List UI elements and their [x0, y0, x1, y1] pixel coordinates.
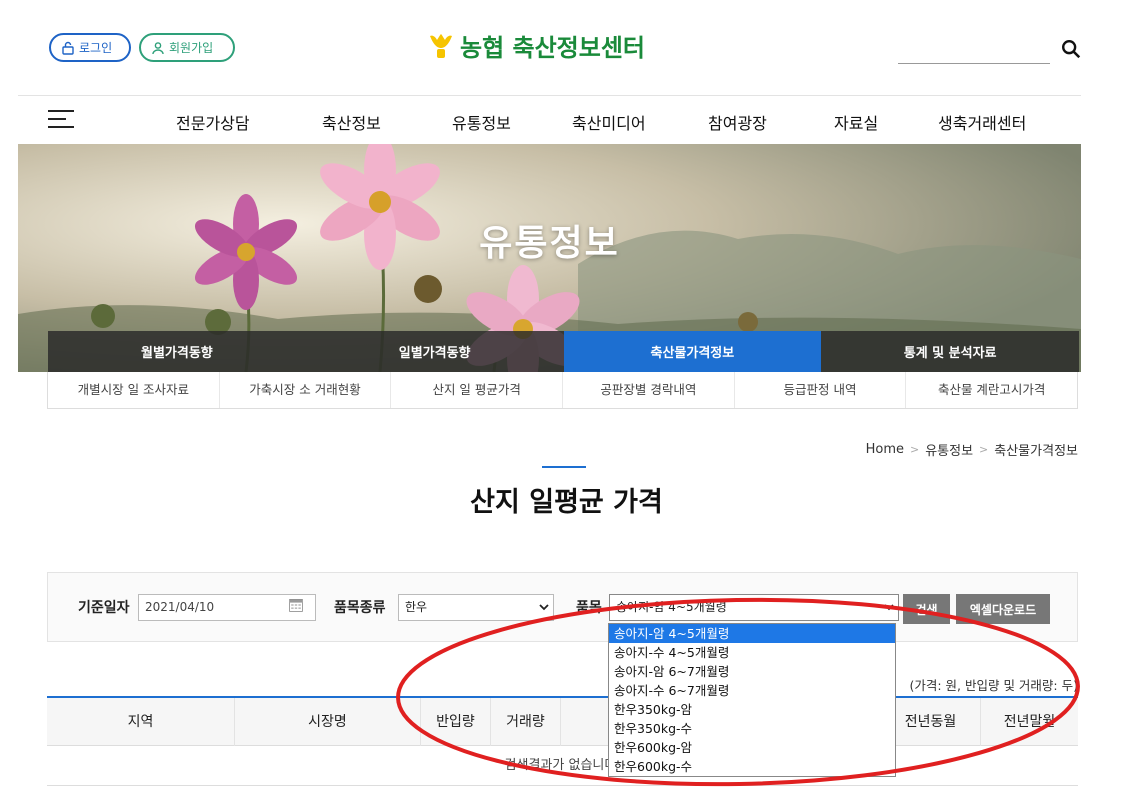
nav-item-media[interactable]: 축산미디어 [572, 110, 646, 134]
category-select[interactable]: 한우 [398, 594, 554, 621]
search-icon [1062, 40, 1081, 59]
date-label: 기준일자 [78, 600, 130, 616]
breadcrumb-current[interactable]: 축산물가격정보 [994, 440, 1078, 459]
page-title: 산지 일평균 가격 [470, 487, 663, 518]
calendar-icon [289, 599, 303, 612]
join-button[interactable]: 회원가입 [139, 33, 235, 62]
table-header: 지역 시장명 반입량 거래량 금일 전년동월 전년말월 [47, 698, 1078, 746]
item-dropdown-list: 송아지-암 4~5개월령 송아지-수 4~5개월령 송아지-암 6~7개월령 송… [608, 623, 896, 777]
logo-mark-icon [430, 33, 452, 58]
excel-download-button[interactable]: 엑셀다운로드 [956, 594, 1050, 624]
chevron-down-icon [884, 604, 894, 611]
tab-daily-price[interactable]: 일별가격동향 [305, 331, 564, 372]
nav-item-expert[interactable]: 전문가상담 [176, 110, 250, 134]
menu-icon[interactable] [48, 110, 74, 130]
login-label: 로그인 [79, 41, 113, 55]
title-divider [542, 466, 586, 468]
category-label: 품목종류 [334, 600, 386, 616]
dropdown-option[interactable]: 한우350kg-암 [609, 700, 895, 719]
dropdown-option[interactable]: 송아지-수 6~7개월령 [609, 681, 895, 700]
chevron-right-icon: > [909, 443, 920, 456]
search-button[interactable] [1059, 38, 1083, 62]
main-nav: 전문가상담 축산정보 유통정보 축산미디어 참여광장 자료실 생축거래센터 [18, 96, 1081, 144]
dropdown-option[interactable]: 송아지-암 6~7개월령 [609, 662, 895, 681]
tab-livestock-price[interactable]: 축산물가격정보 [563, 331, 822, 372]
tab-monthly-price[interactable]: 월별가격동향 [48, 331, 306, 372]
sub-tabs: 개별시장 일 조사자료 가축시장 소 거래현황 산지 일 평균가격 공판장별 경… [47, 372, 1078, 409]
search-input[interactable] [898, 36, 1050, 64]
nav-items: 전문가상담 축산정보 유통정보 축산미디어 참여광장 자료실 생축거래센터 [148, 96, 1068, 144]
user-icon [152, 41, 164, 54]
chevron-right-icon: > [979, 443, 989, 456]
nav-item-trade-center[interactable]: 생축거래센터 [938, 110, 1026, 134]
banner-tabs: 월별가격동향 일별가격동향 축산물가격정보 통계 및 분석자료 [48, 331, 1079, 372]
subtab-origin-daily-avg[interactable]: 산지 일 평균가격 [391, 372, 564, 408]
site-logo[interactable]: 농협 축산정보센터 [428, 28, 645, 63]
join-label: 회원가입 [169, 41, 214, 55]
item-select[interactable]: 송아지-암 4~5개월령 [609, 594, 899, 621]
subtab-egg-price[interactable]: 축산물 계란고시가격 [906, 372, 1077, 408]
hero-banner: 유통정보 월별가격동향 일별가격동향 축산물가격정보 통계 및 분석자료 [18, 144, 1081, 372]
item-value: 송아지-암 4~5개월령 [616, 600, 727, 614]
search-filter: 기준일자 2021/04/10 품목종류 한우 품목 송아지-암 4~5개월령 … [47, 572, 1078, 642]
subtab-auction-history[interactable]: 공판장별 경락내역 [563, 372, 735, 408]
unit-note: (가격: 원, 반입량 및 거래량: 두) [909, 678, 1078, 693]
col-inbound: 반입량 [421, 698, 491, 746]
empty-message: 검색결과가 없습니다. [47, 746, 1078, 786]
site-header: 로그인 회원가입 농협 축산정보센터 [18, 0, 1081, 96]
dropdown-option[interactable]: 한우350kg-수 [609, 719, 895, 738]
lock-icon [62, 41, 74, 55]
banner-title: 유통정보 [479, 223, 620, 264]
nav-item-community[interactable]: 참여광장 [708, 110, 767, 134]
chevron-down-icon [539, 604, 549, 611]
col-market: 시장명 [235, 698, 421, 746]
dropdown-option[interactable]: 송아지-수 4~5개월령 [609, 643, 895, 662]
col-last-year-month: 전년동월 [881, 698, 981, 746]
col-region: 지역 [47, 698, 235, 746]
subtab-cattle-market[interactable]: 가축시장 소 거래현황 [220, 372, 392, 408]
dropdown-option[interactable]: 한우600kg-수 [609, 757, 895, 776]
breadcrumb: Home > 유통정보 > 축산물가격정보 [866, 440, 1078, 459]
price-table: 지역 시장명 반입량 거래량 금일 전년동월 전년말월 검색결과가 없습니다. [47, 696, 1078, 790]
tab-statistics[interactable]: 통계 및 분석자료 [821, 331, 1079, 372]
item-label: 품목 [576, 600, 602, 616]
logo-text: 농협 축산정보센터 [460, 34, 645, 62]
breadcrumb-distribution[interactable]: 유통정보 [925, 440, 973, 459]
nav-item-livestock-info[interactable]: 축산정보 [322, 110, 381, 134]
nav-item-archive[interactable]: 자료실 [834, 110, 878, 134]
category-value: 한우 [405, 600, 428, 614]
subtab-grading[interactable]: 등급판정 내역 [735, 372, 907, 408]
dropdown-option[interactable]: 한우600kg-암 [609, 738, 895, 757]
calendar-button[interactable] [288, 597, 308, 617]
nav-item-distribution[interactable]: 유통정보 [452, 110, 511, 134]
col-traded: 거래량 [491, 698, 561, 746]
breadcrumb-home[interactable]: Home [866, 442, 904, 457]
login-button[interactable]: 로그인 [49, 33, 131, 62]
subtab-individual-market[interactable]: 개별시장 일 조사자료 [48, 372, 220, 408]
dropdown-option[interactable]: 송아지-암 4~5개월령 [609, 624, 895, 643]
search-submit-button[interactable]: 검색 [903, 594, 950, 624]
col-last-year-end: 전년말월 [1003, 714, 1056, 730]
header-search [898, 36, 1083, 66]
